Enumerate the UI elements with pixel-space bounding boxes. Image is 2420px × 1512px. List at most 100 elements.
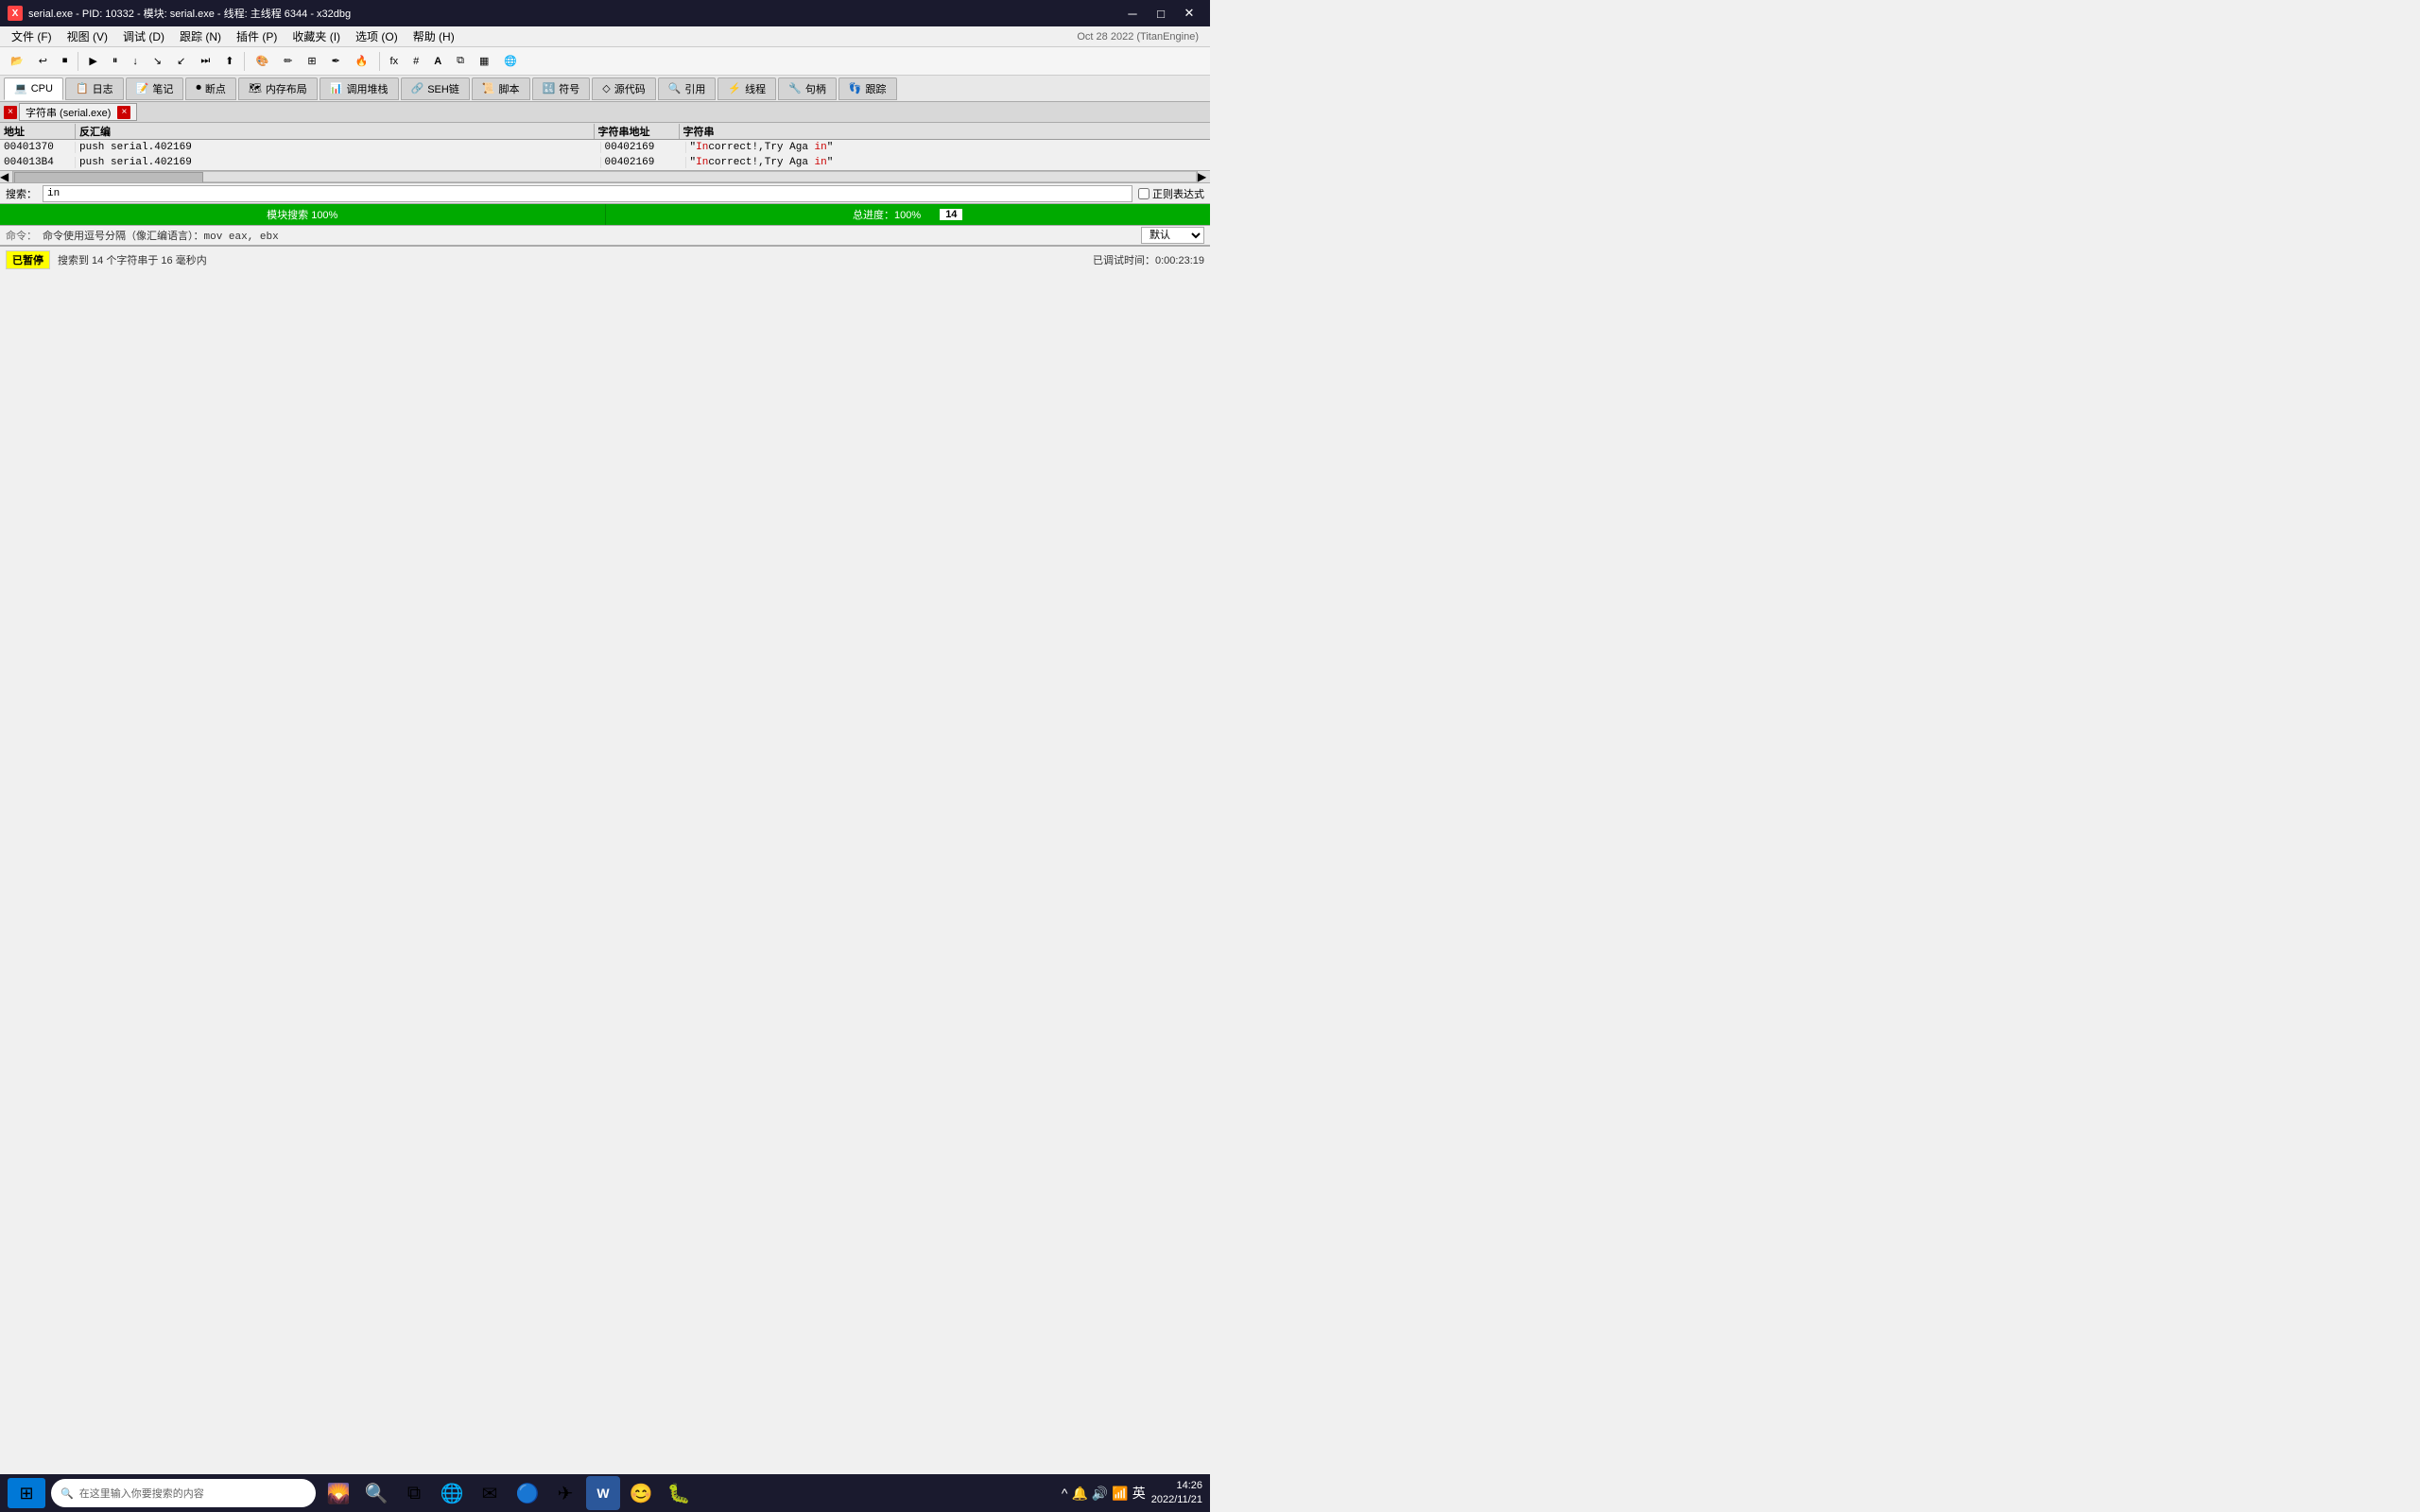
row-disasm-2: push serial.402169 (76, 157, 601, 168)
toolbar-color-button[interactable]: 🎨 (249, 50, 275, 73)
tray-lang-icon[interactable]: 英 (1132, 1484, 1146, 1503)
tab-breakpoints[interactable]: ⏺ 断点 (185, 77, 236, 100)
toolbar-stepinto-button[interactable]: ↓ (126, 50, 145, 73)
search-input[interactable] (43, 185, 1132, 202)
tab-source[interactable]: ◇ 源代码 (592, 77, 655, 100)
start-icon: ⊞ (19, 1484, 33, 1503)
taskbar-app-landscape[interactable]: 🌄 (321, 1476, 355, 1510)
start-button[interactable]: ⊞ (8, 1478, 45, 1508)
tab-refs[interactable]: 🔍 引用 (658, 77, 717, 100)
menu-view[interactable]: 视图 (V) (60, 26, 115, 46)
close-active-tab-button[interactable]: × (4, 106, 17, 119)
log-tab-icon: 📋 (76, 82, 89, 94)
stepout-icon: ⬆ (225, 55, 233, 67)
script-tab-icon: 📜 (482, 82, 495, 94)
taskbar-app-emoji[interactable]: 😊 (624, 1476, 658, 1510)
taskbar-app-bug[interactable]: 🐛 (662, 1476, 696, 1510)
toolbar-hash-button[interactable]: # (406, 50, 425, 73)
taskbar-search-icon: 🔍 (60, 1487, 74, 1500)
toolbar-stepleft-button[interactable]: ↙ (170, 50, 192, 73)
tray-bell-icon[interactable]: 🔔 (1071, 1486, 1087, 1502)
tab-symbols[interactable]: 🔣 符号 (532, 77, 591, 100)
progress-module: 模块搜索 100% (0, 204, 606, 225)
tab-cpu[interactable]: 💻 CPU (4, 77, 63, 100)
taskbar-app-search[interactable]: 🔍 (359, 1476, 393, 1510)
highlight-in-1: In (696, 142, 708, 153)
source-tab-icon: ◇ (602, 82, 610, 94)
taskbar-app-chrome[interactable]: 🔵 (510, 1476, 544, 1510)
run-icon: ▶ (89, 55, 96, 67)
toolbar-stop-button[interactable]: ⏹ (56, 50, 75, 73)
scrollbar-thumb[interactable] (14, 172, 203, 183)
command-right: 默认 x32dbg masm (1141, 227, 1204, 244)
taskbar-clock[interactable]: 14:26 2022/11/21 (1151, 1479, 1202, 1508)
toolbar-pause-button[interactable]: ⏸ (106, 50, 125, 73)
close-strings-tab-button[interactable]: × (117, 106, 130, 119)
toolbar-fire-button[interactable]: 🔥 (349, 50, 375, 73)
command-dropdown[interactable]: 默认 x32dbg masm (1141, 227, 1204, 244)
toolbar-copy-button[interactable]: ⧉ (450, 50, 471, 73)
taskbar-app-edge[interactable]: 🌐 (435, 1476, 469, 1510)
taskbar-app-feishu[interactable]: ✈ (548, 1476, 582, 1510)
minimize-button[interactable]: ─ (1119, 3, 1146, 24)
menu-file[interactable]: 文件 (F) (4, 26, 60, 46)
tray-caret-icon[interactable]: ^ (1062, 1486, 1068, 1501)
menu-bookmarks[interactable]: 收藏夹 (I) (285, 26, 348, 46)
scroll-right-button[interactable]: ▶ (1197, 170, 1210, 183)
menu-trace[interactable]: 跟踪 (N) (172, 26, 229, 46)
app-icon: X (8, 6, 23, 21)
tab-seh[interactable]: 🔗 SEH链 (401, 77, 470, 100)
tray-network-icon[interactable]: 📶 (1112, 1486, 1128, 1502)
search-bar: 搜索： 正则表达式 (0, 183, 1210, 204)
maximize-button[interactable]: □ (1148, 3, 1174, 24)
toolbar-stepover-button[interactable]: ↘ (147, 50, 168, 73)
regex-checkbox[interactable] (1138, 188, 1150, 199)
scrollbar-track[interactable] (13, 171, 1197, 182)
title-text: serial.exe - PID: 10332 - 模块: serial.exe… (28, 6, 351, 21)
table-row[interactable]: 00401370 push serial.402169 00402169 "In… (0, 140, 1210, 155)
taskbar-app-taskview[interactable]: ⧉ (397, 1476, 431, 1510)
toolbar-font-button[interactable]: A (427, 50, 448, 73)
tab-memory[interactable]: 🗺 内存布局 (238, 77, 318, 100)
tab-callstack[interactable]: 📊 调用堆栈 (320, 77, 399, 100)
strings-tab-item[interactable]: 字符串 (serial.exe) × (19, 103, 137, 121)
table-row[interactable]: 004013B4 push serial.402169 00402169 "In… (0, 155, 1210, 170)
toolbar-undo-button[interactable]: ↩ (32, 50, 54, 73)
horizontal-scrollbar[interactable]: ◀ ▶ (0, 170, 1210, 183)
menu-debug[interactable]: 调试 (D) (115, 26, 172, 46)
menu-plugins[interactable]: 插件 (P) (229, 26, 285, 46)
tab-trace[interactable]: 👣 跟踪 (838, 77, 897, 100)
row-str-2: "Incorrect!,Try Aga in" (686, 157, 1211, 168)
tab-script[interactable]: 📜 脚本 (472, 77, 530, 100)
toolbar-stepout-button[interactable]: ⬆ (218, 50, 240, 73)
menu-help[interactable]: 帮助 (H) (406, 26, 462, 46)
toolbar-calc-button[interactable]: ▦ (473, 50, 495, 73)
highlight-in-2: in (815, 142, 827, 153)
scroll-left-button[interactable]: ◀ (0, 170, 13, 183)
symbols-tab-label: 符号 (559, 81, 579, 96)
toolbar-open-button[interactable]: 📂 (4, 50, 30, 73)
pencil-icon: ✏ (284, 55, 292, 67)
menu-options[interactable]: 选项 (O) (348, 26, 406, 46)
search-label: 搜索： (6, 186, 37, 201)
taskbar-search[interactable]: 🔍 在这里输入你要搜索的内容 (51, 1479, 316, 1507)
toolbar-edit-button[interactable]: ✒ (325, 50, 347, 73)
toolbar-run2-button[interactable]: ⏭ (194, 50, 216, 73)
tray-volume-icon[interactable]: 🔊 (1092, 1486, 1108, 1502)
row-str-1: "Incorrect!,Try Aga in" (686, 142, 1211, 153)
tab-handles[interactable]: 🔧 句柄 (778, 77, 837, 100)
toolbar-fx-button[interactable]: fx (384, 50, 406, 73)
taskbar-app-mail[interactable]: ✉ (473, 1476, 507, 1510)
close-button[interactable]: ✕ (1176, 3, 1202, 24)
taskbar-app-word[interactable]: W (586, 1476, 620, 1510)
toolbar-globe-button[interactable]: 🌐 (497, 50, 524, 73)
title-bar-controls: ─ □ ✕ (1119, 3, 1202, 24)
tab-notes[interactable]: 📝 笔记 (126, 77, 184, 100)
tab-threads[interactable]: ⚡ 线程 (717, 77, 776, 100)
toolbar-layout-button[interactable]: ⊞ (301, 50, 322, 73)
tab-log[interactable]: 📋 日志 (65, 77, 124, 100)
stepinto-icon: ↓ (132, 56, 138, 67)
toolbar-run-button[interactable]: ▶ (82, 50, 103, 73)
toolbar-pencil-button[interactable]: ✏ (277, 50, 299, 73)
taskbar: ⊞ 🔍 在这里输入你要搜索的内容 🌄 🔍 ⧉ 🌐 ✉ 🔵 ✈ W 😊 🐛 ^ 🔔… (0, 1474, 1210, 1512)
